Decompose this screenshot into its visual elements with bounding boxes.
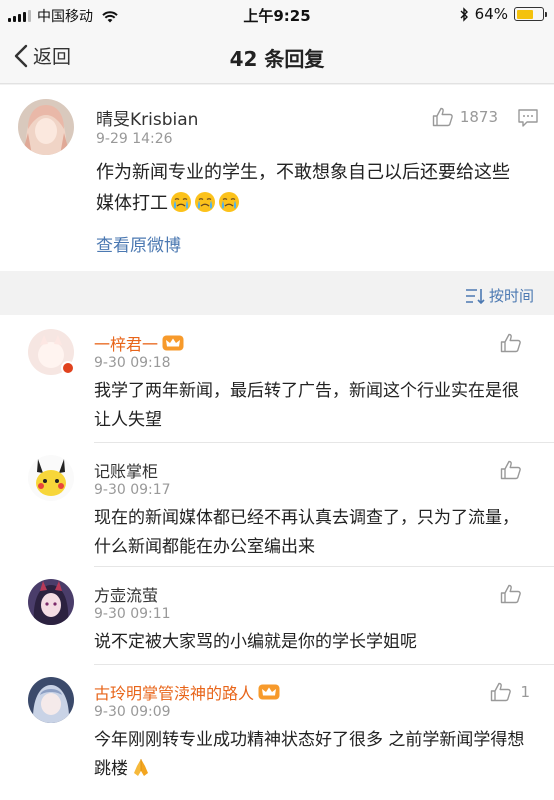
comment-icon[interactable] (518, 109, 538, 127)
avatar-image (28, 677, 74, 723)
avatar-image (28, 455, 74, 501)
comment-timestamp: 9-30 09:17 (94, 482, 171, 498)
battery-icon (514, 7, 547, 21)
comment-list: 一梓君一 9-30 09:18 我学了两年新闻，最后转了广告，新闻这个行业实在是… (0, 315, 554, 800)
like-button[interactable]: 1873 (432, 107, 498, 127)
like-button[interactable] (500, 584, 530, 604)
status-bar: 中国移动 上午9:25 64% (0, 0, 554, 28)
sort-by-time-button[interactable]: 按时间 (465, 285, 534, 306)
folded-hands-icon (134, 759, 148, 776)
post-timestamp: 9-29 14:26 (96, 131, 173, 147)
list-item: 方壶流萤 9-30 09:11 说不定被大家骂的小编就是你的学长学姐呢 (0, 567, 554, 665)
crying-face-icon (171, 192, 191, 212)
verified-badge-icon (61, 361, 75, 375)
comment-username[interactable]: 方壶流萤 (94, 582, 158, 606)
crying-face-icon (219, 192, 239, 212)
username-text: 一梓君一 (94, 335, 159, 354)
thumbs-up-icon (500, 333, 521, 353)
thumbs-up-icon (432, 107, 453, 127)
list-item: 记账掌柜 9-30 09:17 现在的新闻媒体都已经不再认真去调查了，只为了流量… (0, 443, 554, 567)
list-item: 古玲明掌管渎神的路人 9-30 09:09 1 今年刚刚转专业成功精神状态好了很… (0, 665, 554, 800)
crying-face-icon (195, 192, 215, 212)
post-text: 作为新闻专业的学生，不敢想象自己以后还要给这些媒体打工 (96, 157, 526, 219)
like-button[interactable] (500, 333, 530, 353)
status-right: 64% (459, 5, 547, 23)
avatar-image (28, 579, 74, 625)
emoji-group (168, 192, 240, 214)
comment-text: 今年刚刚转专业成功精神状态好了很多 之前学新闻学得想跳楼 (94, 726, 534, 784)
sort-label: 按时间 (488, 287, 534, 305)
post-username[interactable]: 晴旻Krisbian (96, 105, 198, 130)
like-button[interactable]: 1 (490, 682, 530, 702)
view-original-link[interactable]: 查看原微博 (96, 231, 181, 256)
like-button[interactable] (500, 460, 530, 480)
sort-icon (465, 288, 485, 304)
avatar[interactable] (28, 455, 74, 501)
comment-username[interactable]: 古玲明掌管渎神的路人 (94, 680, 280, 704)
comment-body: 今年刚刚转专业成功精神状态好了很多 之前学新闻学得想跳楼 (94, 730, 525, 779)
sort-bar: 按时间 (0, 271, 554, 315)
comment-text: 我学了两年新闻，最后转了广告，新闻这个行业实在是很让人失望 (94, 381, 519, 430)
avatar[interactable] (28, 677, 74, 723)
vip-crown-icon (162, 335, 184, 351)
comment-username[interactable]: 记账掌柜 (94, 458, 158, 482)
bluetooth-icon (460, 6, 468, 22)
thumbs-up-icon (500, 584, 521, 604)
comment-timestamp: 9-30 09:11 (94, 606, 171, 622)
battery-level (516, 9, 533, 19)
original-comment: 晴旻Krisbian 9-29 14:26 1873 作为新闻专业的学生，不敢想… (0, 85, 554, 271)
post-body: 作为新闻专业的学生，不敢想象自己以后还要给这些媒体打工 (96, 162, 510, 214)
avatar[interactable] (28, 579, 74, 625)
comment-timestamp: 9-30 09:18 (94, 355, 171, 371)
comment-timestamp: 9-30 09:09 (94, 704, 171, 720)
navigation-bar: 返回 42 条回复 (0, 28, 554, 84)
comment-text: 现在的新闻媒体都已经不再认真去调查了，只为了流量，什么新闻都能在办公室编出来 (94, 508, 519, 557)
thumbs-up-icon (500, 460, 521, 480)
battery-percent: 64% (474, 5, 508, 23)
page-title: 42 条回复 (229, 47, 325, 71)
comment-text: 说不定被大家骂的小编就是你的学长学姐呢 (94, 632, 417, 652)
username-text: 古玲明掌管渎神的路人 (94, 684, 255, 703)
list-item: 一梓君一 9-30 09:18 我学了两年新闻，最后转了广告，新闻这个行业实在是… (0, 315, 554, 443)
like-count: 1 (520, 683, 530, 701)
vip-crown-icon (258, 684, 280, 700)
username-text: 记账掌柜 (94, 462, 159, 481)
thumbs-up-icon (491, 682, 512, 702)
username-text: 方壶流萤 (94, 586, 159, 605)
like-count: 1873 (459, 108, 498, 126)
avatar[interactable] (18, 99, 74, 155)
avatar-image (18, 99, 74, 155)
comment-username[interactable]: 一梓君一 (94, 331, 184, 355)
